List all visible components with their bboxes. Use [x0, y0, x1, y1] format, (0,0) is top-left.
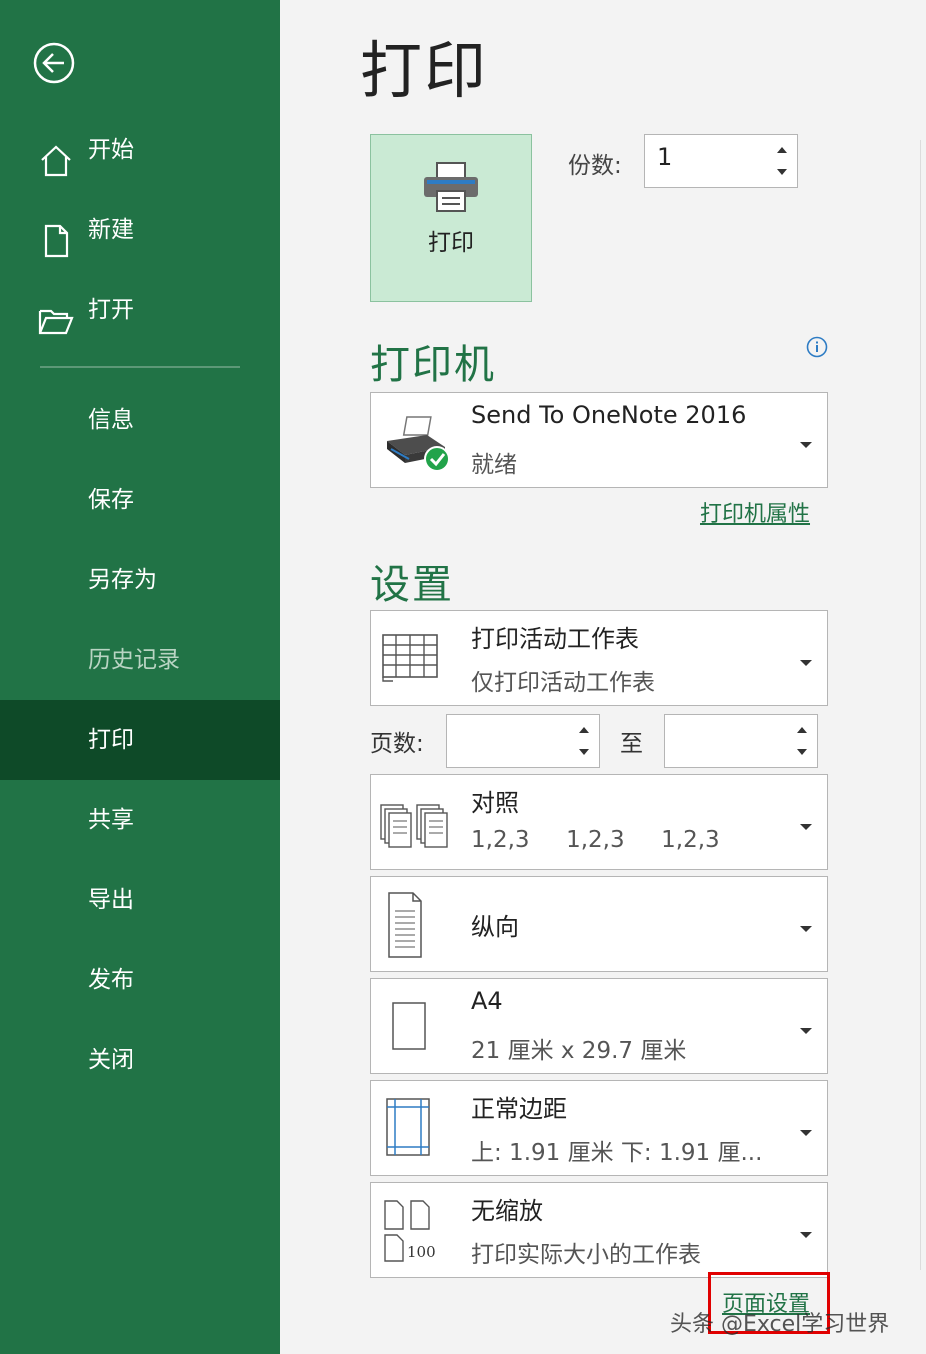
sidebar-item-share[interactable]: 共享 [0, 780, 280, 860]
sidebar-item-label: 发布 [88, 967, 134, 993]
svg-text:100: 100 [407, 1243, 436, 1261]
sidebar-item-label: 共享 [88, 807, 134, 833]
portrait-page-icon [379, 889, 459, 961]
sidebar-item-label: 信息 [88, 407, 134, 433]
sidebar-item-info[interactable]: 信息 [0, 380, 280, 460]
sidebar-divider [40, 366, 240, 368]
paper-size-title: A4 [471, 987, 503, 1015]
sidebar-item-save-as[interactable]: 另存为 [0, 540, 280, 620]
printer-icon [421, 161, 481, 219]
sidebar-item-publish[interactable]: 发布 [0, 940, 280, 1020]
chevron-down-icon [799, 435, 813, 448]
sidebar-item-label: 打开 [88, 297, 134, 323]
scaling-subtitle: 打印实际大小的工作表 [471, 1242, 701, 1268]
pages-from-stepper[interactable] [446, 714, 600, 768]
spin-arrows-icon[interactable] [773, 139, 791, 183]
margins-title: 正常边距 [471, 1095, 567, 1123]
panel-divider [920, 140, 921, 1270]
page-title: 打印 [360, 34, 489, 107]
printer-name: Send To OneNote 2016 [471, 401, 747, 429]
print-scope-dropdown[interactable]: 打印活动工作表 仅打印活动工作表 [370, 610, 828, 706]
collation-title: 对照 [471, 789, 519, 817]
sidebar-item-open[interactable]: 打开 [0, 270, 280, 350]
chevron-down-icon [799, 653, 813, 666]
info-icon[interactable] [806, 336, 828, 358]
sidebar-item-print[interactable]: 打印 [0, 700, 280, 780]
collation-dropdown[interactable]: 对照 1,2,3 1,2,3 1,2,3 [370, 774, 828, 870]
home-icon [38, 132, 74, 177]
sidebar-item-label: 保存 [88, 487, 134, 513]
chevron-down-icon [799, 1123, 813, 1136]
sidebar: 开始 新建 打开 信息 保存 另存为 历史记录 打印 共享 导出 发布 关闭 [0, 0, 280, 1354]
collated-pages-icon [379, 787, 459, 859]
margins-icon [379, 1093, 459, 1165]
chevron-down-icon [799, 1225, 813, 1238]
sidebar-item-label: 关闭 [88, 1047, 134, 1073]
collation-subtitle: 1,2,3 1,2,3 1,2,3 [471, 827, 720, 853]
print-scope-subtitle: 仅打印活动工作表 [471, 670, 655, 696]
sidebar-item-label: 打印 [88, 727, 134, 753]
margins-subtitle: 上: 1.91 厘米 下: 1.91 厘... [471, 1140, 763, 1166]
sidebar-item-home[interactable]: 开始 [0, 110, 280, 190]
printer-ready-icon [379, 405, 459, 477]
chevron-down-icon [799, 919, 813, 932]
sidebar-item-label: 历史记录 [88, 647, 180, 673]
sidebar-item-label: 新建 [88, 217, 134, 243]
print-button-label: 打印 [428, 230, 474, 256]
sidebar-item-label: 开始 [88, 137, 134, 163]
copies-label: 份数: [568, 153, 622, 179]
sidebar-item-new[interactable]: 新建 [0, 190, 280, 270]
sidebar-item-export[interactable]: 导出 [0, 860, 280, 940]
open-folder-icon [38, 292, 74, 335]
print-scope-title: 打印活动工作表 [471, 625, 639, 653]
pages-to-label: 至 [620, 731, 643, 757]
worksheet-icon [379, 623, 459, 695]
sidebar-item-close[interactable]: 关闭 [0, 1020, 280, 1100]
scaling-icon: 100 [379, 1195, 459, 1267]
paper-size-dropdown[interactable]: A4 21 厘米 x 29.7 厘米 [370, 978, 828, 1074]
settings-section-title: 设置 [370, 562, 454, 608]
pages-to-stepper[interactable] [664, 714, 818, 768]
watermark: 头条 @Excel学习世界 [670, 1312, 890, 1337]
copies-value: 1 [657, 143, 673, 171]
chevron-down-icon [799, 1021, 813, 1034]
orientation-dropdown[interactable]: 纵向 [370, 876, 828, 972]
orientation-title: 纵向 [471, 913, 519, 941]
sidebar-item-label: 导出 [88, 887, 134, 913]
copies-stepper[interactable]: 1 [644, 134, 798, 188]
printer-dropdown[interactable]: Send To OneNote 2016 就绪 [370, 392, 828, 488]
printer-section-title: 打印机 [370, 342, 496, 388]
margins-dropdown[interactable]: 正常边距 上: 1.91 厘米 下: 1.91 厘... [370, 1080, 828, 1176]
pages-label: 页数: [370, 731, 424, 757]
scaling-title: 无缩放 [471, 1197, 543, 1225]
spin-arrows-icon[interactable] [793, 719, 811, 763]
printer-status: 就绪 [471, 452, 517, 478]
print-button[interactable]: 打印 [370, 134, 532, 302]
new-document-icon [38, 212, 74, 258]
paper-size-subtitle: 21 厘米 x 29.7 厘米 [471, 1038, 687, 1064]
print-panel: 打印 打印 份数: 1 打印机 Send To OneNote 2016 就绪 … [280, 0, 926, 1354]
spin-arrows-icon[interactable] [575, 719, 593, 763]
paper-icon [379, 991, 459, 1063]
sidebar-item-label: 另存为 [88, 567, 157, 593]
back-arrow-icon[interactable] [33, 42, 75, 84]
sidebar-item-save[interactable]: 保存 [0, 460, 280, 540]
sidebar-item-history: 历史记录 [0, 620, 280, 700]
printer-properties-link[interactable]: 打印机属性 [700, 496, 810, 528]
scaling-dropdown[interactable]: 100 无缩放 打印实际大小的工作表 [370, 1182, 828, 1278]
chevron-down-icon [799, 817, 813, 830]
